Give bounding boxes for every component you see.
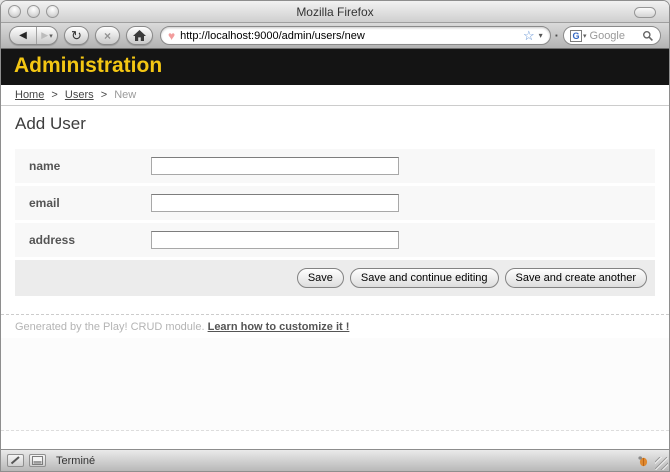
save-and-create-another-button[interactable]: Save and create another <box>505 268 647 288</box>
address-input[interactable] <box>151 231 399 249</box>
save-and-continue-button[interactable]: Save and continue editing <box>350 268 499 288</box>
window-controls <box>8 5 59 18</box>
admin-title: Administration <box>1 49 669 78</box>
bookmark-star-icon[interactable]: ☆ <box>523 29 535 42</box>
reload-button[interactable]: ↻ <box>64 26 89 45</box>
back-button[interactable]: ◀ <box>10 27 37 44</box>
add-user-form: name email address Save Save and continu… <box>15 149 655 296</box>
email-input[interactable] <box>151 194 399 212</box>
name-label: name <box>15 159 151 173</box>
url-bar: ♥ ☆ ▾ <box>160 26 551 45</box>
search-input[interactable] <box>590 30 642 42</box>
status-text: Terminé <box>56 455 95 467</box>
history-dropdown-icon[interactable]: ▾ <box>49 32 53 40</box>
google-logo-icon[interactable]: G <box>570 30 582 42</box>
form-row-email: email <box>15 186 655 220</box>
name-input[interactable] <box>151 157 399 175</box>
breadcrumb-current: New <box>114 89 136 101</box>
breadcrumb-separator: > <box>101 89 107 101</box>
toolbar-toggle-button[interactable] <box>634 7 656 18</box>
search-box: G ▾ <box>563 26 661 45</box>
home-button[interactable] <box>126 26 153 45</box>
url-input[interactable] <box>180 30 523 42</box>
address-label: address <box>15 233 151 247</box>
admin-header: Administration <box>1 49 669 85</box>
statusbar-panel-icon[interactable] <box>29 454 46 467</box>
window-titlebar[interactable]: Mozilla Firefox <box>1 1 669 23</box>
resize-grip[interactable] <box>655 457 668 470</box>
status-bar: Terminé <box>1 449 669 471</box>
minimize-button[interactable] <box>27 5 40 18</box>
zoom-button[interactable] <box>46 5 59 18</box>
stop-button[interactable]: × <box>95 26 120 45</box>
breadcrumb-separator: > <box>51 89 57 101</box>
reload-icon: ↻ <box>71 28 82 44</box>
search-engine-dropdown-icon[interactable]: ▾ <box>583 32 587 40</box>
firebug-icon[interactable] <box>636 454 649 467</box>
email-label: email <box>15 196 151 210</box>
customize-link[interactable]: Learn how to customize it ! <box>208 321 350 333</box>
breadcrumb: Home > Users > New <box>1 85 669 106</box>
forward-icon: ▶ <box>41 30 48 41</box>
forward-button[interactable]: ▶ ▾ <box>37 27 57 44</box>
navigation-toolbar: ◀ ▶ ▾ ↻ × ♥ ☆ ▾ · G ▾ <box>1 23 669 49</box>
back-icon: ◀ <box>19 30 27 41</box>
close-button[interactable] <box>8 5 21 18</box>
form-row-address: address <box>15 223 655 257</box>
browser-window: Mozilla Firefox ◀ ▶ ▾ ↻ × ♥ ☆ <box>0 0 670 472</box>
url-dropdown-icon[interactable]: ▾ <box>539 31 543 40</box>
page-background-area <box>1 338 669 431</box>
search-magnifier-icon[interactable] <box>642 30 654 42</box>
form-actions: Save Save and continue editing Save and … <box>15 260 655 296</box>
crud-footer: Generated by the Play! CRUD module. Lear… <box>1 314 669 341</box>
window-title: Mozilla Firefox <box>1 5 669 19</box>
home-icon <box>133 30 146 41</box>
site-favicon-heart-icon[interactable]: ♥ <box>168 30 175 42</box>
breadcrumb-link-home[interactable]: Home <box>15 89 44 101</box>
form-row-name: name <box>15 149 655 183</box>
history-button-group: ◀ ▶ ▾ <box>9 26 58 45</box>
save-button[interactable]: Save <box>297 268 344 288</box>
breadcrumb-link-users[interactable]: Users <box>65 89 94 101</box>
stop-icon: × <box>104 29 111 43</box>
toolbar-separator-dot: · <box>555 28 559 43</box>
footer-text: Generated by the Play! CRUD module. <box>15 321 208 333</box>
page-title: Add User <box>15 114 86 134</box>
statusbar-pencil-icon[interactable] <box>7 454 24 467</box>
